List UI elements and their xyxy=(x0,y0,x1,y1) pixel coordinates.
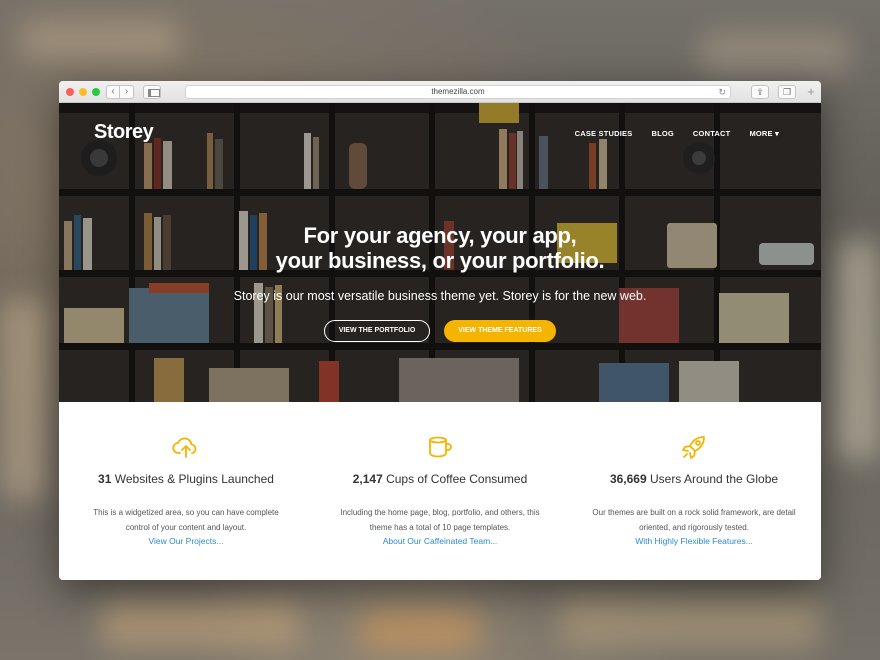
stat-heading: 2,147 Cups of Coffee Consumed xyxy=(313,472,567,486)
hero-title-line-2: your business, or your portfolio. xyxy=(275,248,605,273)
stat-heading: 31 Websites & Plugins Launched xyxy=(59,472,313,486)
stat-number: 2,147 xyxy=(352,472,383,486)
stat-description: Including the home page, blog, portfolio… xyxy=(340,508,540,532)
stat-number: 36,669 xyxy=(609,472,647,486)
stat-label: Websites & Plugins Launched xyxy=(111,472,274,486)
address-bar-url: themezilla.com xyxy=(431,87,485,96)
forward-button[interactable]: › xyxy=(120,85,134,99)
nav-item-more[interactable]: MORE ▾ xyxy=(749,129,779,138)
address-bar[interactable]: themezilla.com ↻ xyxy=(185,85,731,99)
close-window-button[interactable] xyxy=(66,88,74,96)
zoom-window-button[interactable] xyxy=(92,88,100,96)
reload-icon[interactable]: ↻ xyxy=(718,86,726,98)
stat-description: This is a widgetized area, so you can ha… xyxy=(93,508,279,532)
view-portfolio-button[interactable]: VIEW THE PORTFOLIO xyxy=(324,320,430,342)
share-icon: ⇪ xyxy=(756,87,764,97)
history-nav: ‹ › xyxy=(106,85,134,99)
back-button[interactable]: ‹ xyxy=(106,85,120,99)
hero-subtitle: Storey is our most versatile business th… xyxy=(233,289,647,303)
browser-window: ‹ › themezilla.com ↻ ⇪ ❐ + Storey CASE S… xyxy=(59,81,821,580)
stat-heading: 36,669 Users Around the Globe xyxy=(567,472,821,486)
nav-item-case-studies[interactable]: CASE STUDIES xyxy=(575,129,633,138)
nav-item-blog[interactable]: BLOG xyxy=(651,129,673,138)
coffee-cup-icon xyxy=(429,436,452,458)
hero-title-line-1: For your agency, your app, xyxy=(303,223,577,248)
plus-icon: + xyxy=(807,84,815,99)
hero-title: For your agency, your app, your business… xyxy=(59,223,821,273)
rocket-icon xyxy=(682,436,705,459)
stat-description: Our themes are built on a rock solid fra… xyxy=(592,508,796,532)
minimize-window-button[interactable] xyxy=(79,88,87,96)
cloud-upload-icon xyxy=(172,437,197,458)
site-nav: CASE STUDIES BLOG CONTACT MORE ▾ xyxy=(575,129,779,138)
stats-section: 31 Websites & Plugins Launched This is a… xyxy=(59,402,821,580)
chevron-left-icon: ‹ xyxy=(111,86,115,97)
hero-section: Storey CASE STUDIES BLOG CONTACT MORE ▾ … xyxy=(59,103,821,402)
view-theme-features-button[interactable]: VIEW THEME FEATURES xyxy=(444,320,556,342)
browser-toolbar: ‹ › themezilla.com ↻ ⇪ ❐ + xyxy=(59,81,821,103)
tab-overview-button[interactable]: ❐ xyxy=(778,85,796,99)
tabs-icon: ❐ xyxy=(782,87,792,97)
stat-label: Users Around the Globe xyxy=(646,472,779,486)
share-button[interactable]: ⇪ xyxy=(751,85,769,99)
sidebar-toggle-button[interactable] xyxy=(143,85,161,99)
chevron-right-icon: › xyxy=(124,86,129,97)
flexible-features-link[interactable]: With Highly Flexible Features... xyxy=(567,536,821,546)
new-tab-button[interactable]: + xyxy=(803,85,819,99)
stat-label: Cups of Coffee Consumed xyxy=(382,472,528,486)
window-controls xyxy=(66,88,100,96)
stat-number: 31 xyxy=(98,472,112,486)
about-team-link[interactable]: About Our Caffeinated Team... xyxy=(313,536,567,546)
site-logo[interactable]: Storey xyxy=(94,121,154,144)
view-projects-link[interactable]: View Our Projects... xyxy=(59,536,313,546)
nav-item-contact[interactable]: CONTACT xyxy=(693,129,731,138)
